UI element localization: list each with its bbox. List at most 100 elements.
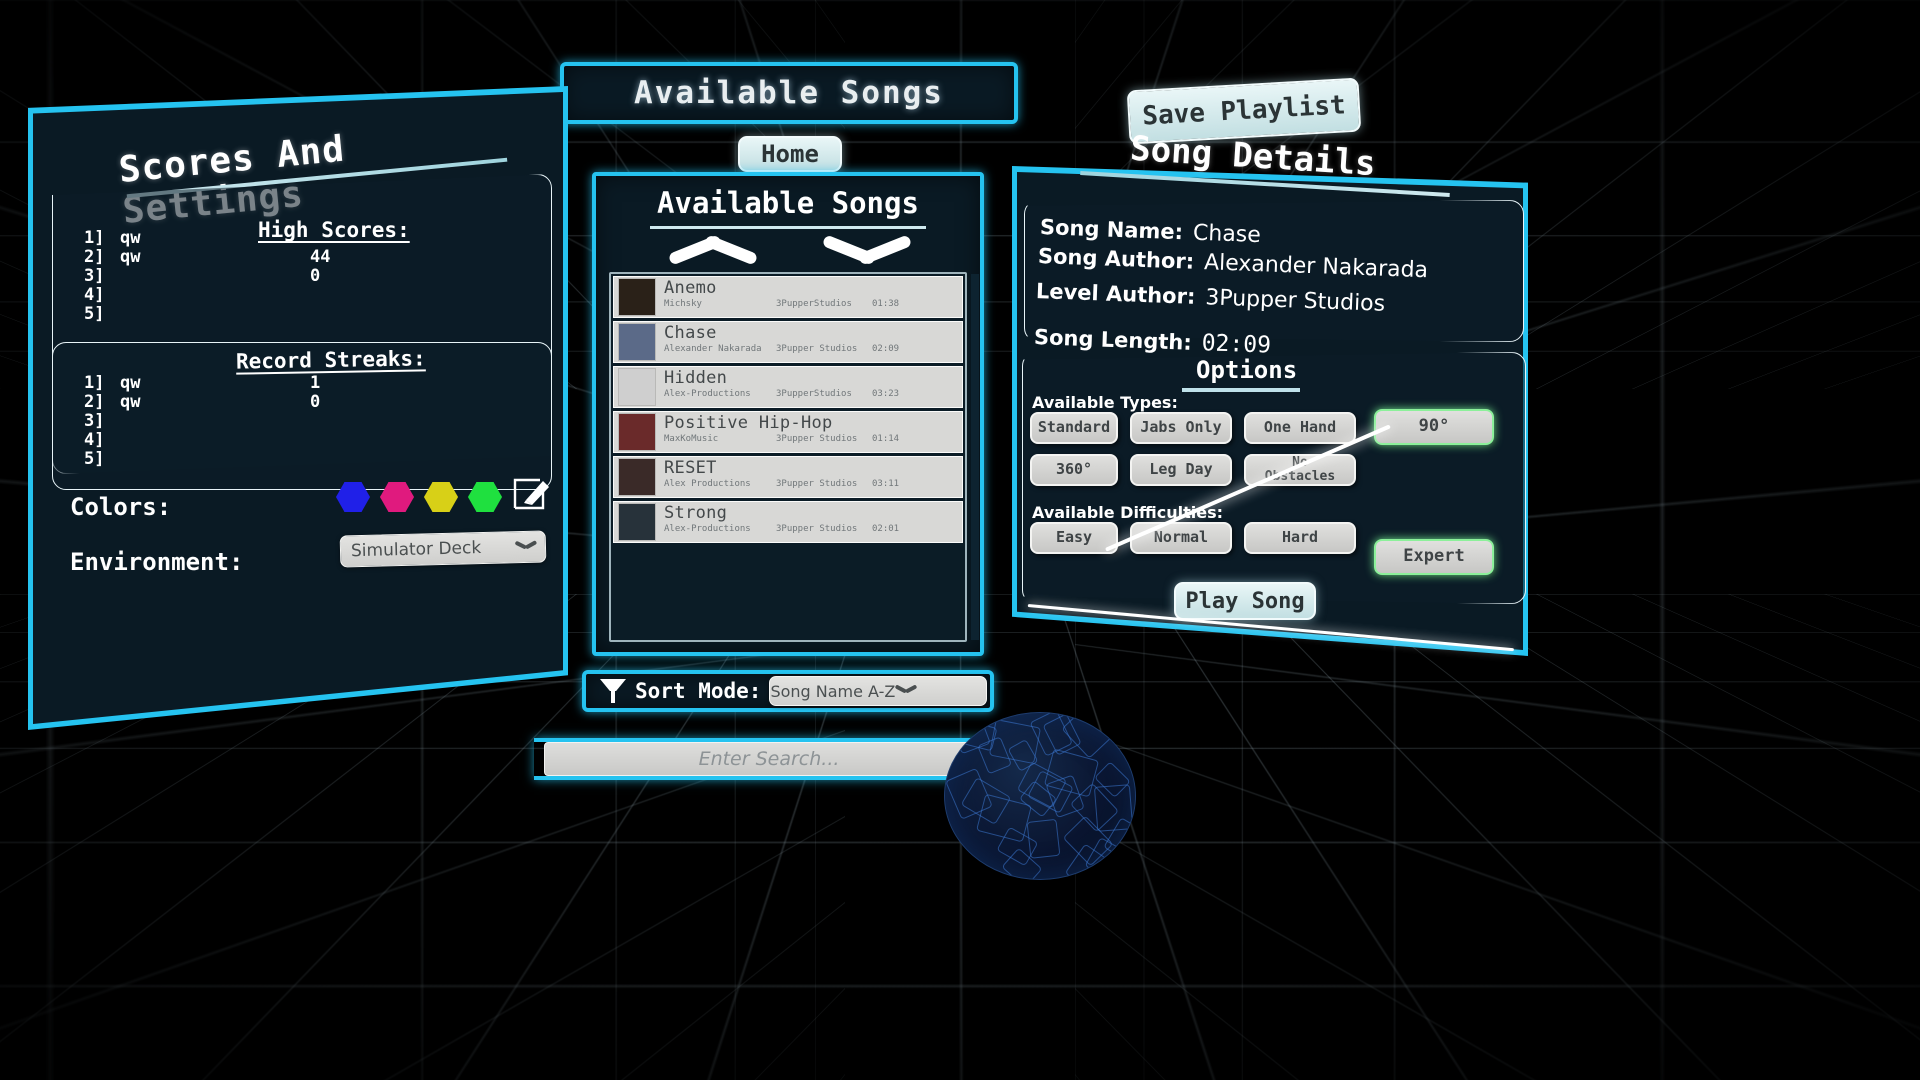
song-duration: 01:38 xyxy=(872,299,932,309)
rank-index: 5] xyxy=(84,304,120,324)
color-swatch[interactable] xyxy=(468,482,502,512)
song-name: Positive Hip-Hop xyxy=(664,413,833,433)
sort-mode-bar: Sort Mode: Song Name A-Z xyxy=(582,670,994,712)
available-songs-underline xyxy=(650,226,926,229)
detail-song-name-value: Chase xyxy=(1193,221,1262,248)
rank-value: 0 xyxy=(310,392,390,412)
scroll-down-button[interactable] xyxy=(822,232,912,270)
difficulty-button-expert[interactable]: Expert xyxy=(1374,539,1494,575)
type-button-standard[interactable]: Standard xyxy=(1030,412,1118,444)
color-swatch[interactable] xyxy=(424,482,458,512)
song-artist: Alexander Nakarada xyxy=(664,344,776,354)
rank-name: qw xyxy=(120,247,310,267)
colors-label: Colors: xyxy=(70,493,171,521)
song-list-item[interactable]: Strong Alex-Productions 3Pupper Studios 02:… xyxy=(613,501,963,543)
song-list-item[interactable]: RESET Alex Productions 3Pupper Studios 03:1… xyxy=(613,456,963,498)
rank-value: 1 xyxy=(310,373,390,393)
detail-level-author-key: Level Author: xyxy=(1036,279,1196,309)
rank-name: qw xyxy=(120,228,310,248)
chevron-down-icon xyxy=(895,685,917,697)
song-level-author: 3Pupper Studios xyxy=(776,524,872,534)
rank-index: 4] xyxy=(84,430,120,450)
album-art xyxy=(618,323,656,361)
rank-value: 44 xyxy=(310,247,390,267)
type-button-90[interactable]: 90° xyxy=(1374,409,1494,445)
color-swatches[interactable] xyxy=(336,482,502,512)
rank-index: 1] xyxy=(84,373,120,393)
rank-name: qw xyxy=(120,373,310,393)
song-duration: 01:14 xyxy=(872,434,932,444)
album-art xyxy=(618,458,656,496)
song-duration: 02:09 xyxy=(872,344,932,354)
song-name: Anemo xyxy=(664,278,717,298)
play-song-button[interactable]: Play Song xyxy=(1174,582,1316,620)
rank-index: 4] xyxy=(84,285,120,305)
scroll-up-button[interactable] xyxy=(668,232,758,270)
options-title: Options xyxy=(1196,356,1297,384)
song-artist: Alex-Productions xyxy=(664,389,776,399)
detail-song-length-key: Song Length: xyxy=(1034,325,1193,355)
rank-index: 2] xyxy=(84,392,120,412)
obstacle-ball xyxy=(944,712,1136,880)
song-duration: 03:11 xyxy=(872,479,932,489)
detail-song-author-key: Song Author: xyxy=(1038,244,1195,274)
page-title-banner: Available Songs xyxy=(560,62,1018,124)
sort-mode-dropdown[interactable]: Song Name A-Z xyxy=(769,676,987,706)
record-streaks-list: 1] qw 1 2] qw 0 3] 4] 5] xyxy=(84,373,390,468)
available-types-label: Available Types: xyxy=(1032,393,1178,412)
detail-song-length-value: 02:09 xyxy=(1201,330,1271,359)
rank-row: 1] qw xyxy=(84,228,390,247)
song-duration: 02:01 xyxy=(872,524,932,534)
environment-label: Environment: xyxy=(70,548,243,576)
rank-row: 5] xyxy=(84,304,390,323)
rank-row: 5] xyxy=(84,449,390,468)
song-level-author: 3Pupper Studios xyxy=(776,479,872,489)
detail-song-name-key: Song Name: xyxy=(1040,215,1184,244)
search-input[interactable]: Enter Search... xyxy=(544,742,994,776)
album-art xyxy=(618,503,656,541)
options-underline xyxy=(1182,388,1300,392)
album-art xyxy=(618,368,656,406)
rank-index: 3] xyxy=(84,266,120,286)
environment-dropdown[interactable]: Simulator Deck xyxy=(340,530,547,567)
difficulty-button-hard[interactable]: Hard xyxy=(1244,522,1356,554)
filter-icon xyxy=(600,679,626,703)
color-swatch[interactable] xyxy=(336,482,370,512)
song-list-scrollbar[interactable] xyxy=(971,274,979,640)
type-button-jabs-only[interactable]: Jabs Only xyxy=(1130,412,1232,444)
song-name: RESET xyxy=(664,458,717,478)
song-list-item[interactable]: Chase Alexander Nakarada 3Pupper Studios 02… xyxy=(613,321,963,363)
rank-row: 3] 0 xyxy=(84,266,390,285)
rank-row: 2] qw 44 xyxy=(84,247,390,266)
record-streaks-heading: Record Streaks: xyxy=(236,346,426,373)
song-list-item[interactable]: Positive Hip-Hop MaxKoMusic 3Pupper Studio… xyxy=(613,411,963,453)
song-name: Chase xyxy=(664,323,717,343)
chevron-down-icon xyxy=(515,541,537,554)
rank-index: 2] xyxy=(84,247,120,267)
app-root: Available Songs Home Save Playlist Score… xyxy=(0,0,1920,1080)
song-list: Anemo Michsky 3PupperStudios 01:38 Chase Alex… xyxy=(609,272,967,642)
environment-value: Simulator Deck xyxy=(341,537,515,561)
rank-name: qw xyxy=(120,392,310,412)
type-button-leg-day[interactable]: Leg Day xyxy=(1130,454,1232,486)
rank-row: 4] xyxy=(84,285,390,304)
type-button-360[interactable]: 360° xyxy=(1030,454,1118,486)
high-scores-list: 1] qw 2] qw 44 3] 0 4] 5] xyxy=(84,228,390,323)
difficulty-button-normal[interactable]: Normal xyxy=(1130,522,1232,554)
rank-row: 4] xyxy=(84,430,390,449)
song-list-item[interactable]: Anemo Michsky 3PupperStudios 01:38 xyxy=(613,276,963,318)
rank-row: 3] xyxy=(84,411,390,430)
rank-index: 3] xyxy=(84,411,120,431)
sort-mode-value: Song Name A-Z xyxy=(770,682,895,701)
rank-value: 0 xyxy=(310,266,390,286)
song-artist: Michsky xyxy=(664,299,776,309)
song-duration: 03:23 xyxy=(872,389,932,399)
song-level-author: 3Pupper Studios xyxy=(776,344,872,354)
song-level-author: 3PupperStudios xyxy=(776,299,872,309)
type-button-one-hand[interactable]: One Hand xyxy=(1244,412,1356,444)
pencil-icon[interactable] xyxy=(510,470,554,514)
color-swatch[interactable] xyxy=(380,482,414,512)
home-button[interactable]: Home xyxy=(738,136,842,172)
song-list-item[interactable]: Hidden Alex-Productions 3PupperStudios 03:2… xyxy=(613,366,963,408)
song-artist: Alex-Productions xyxy=(664,524,776,534)
